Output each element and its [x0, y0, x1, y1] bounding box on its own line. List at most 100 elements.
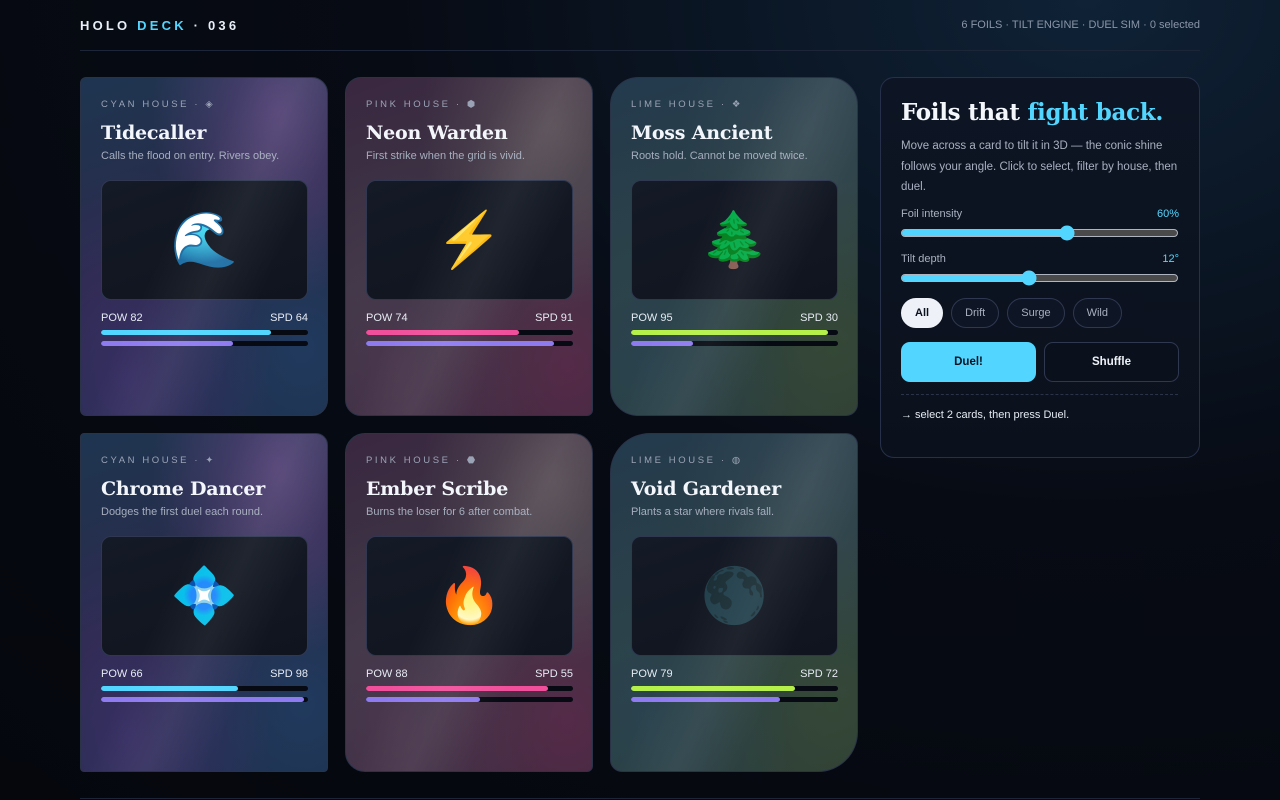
diamond-icon: 💠 — [101, 536, 308, 656]
spd-bar — [631, 697, 838, 702]
tilt-depth-slider-row: Tilt depth 12° — [901, 252, 1179, 285]
brand-accent: DECK — [137, 17, 187, 33]
shuffle-button[interactable]: Shuffle — [1044, 341, 1179, 382]
tilt-depth-value: 12° — [1162, 252, 1179, 265]
slider-fill — [902, 229, 1067, 236]
card-title: Ember Scribe — [366, 478, 509, 500]
brand-suffix: · 036 — [186, 17, 240, 33]
spd-bar-fill — [101, 697, 304, 702]
card-house: PINK HOUSE · ⬣ — [366, 455, 478, 466]
moon-icon: 🌑 — [631, 536, 838, 656]
pow-bar-fill — [101, 686, 238, 691]
pow-label: POW 95 — [631, 312, 673, 324]
duel-hint: → select 2 cards, then press Duel. — [901, 408, 1070, 421]
pow-bar — [631, 686, 838, 691]
tree-icon: 🌲 — [631, 180, 838, 300]
card-title: Neon Warden — [366, 122, 508, 144]
card-title: Chrome Dancer — [101, 478, 266, 500]
pow-label: POW 82 — [101, 312, 143, 324]
top-bar: HOLO DECK · 036 6 FOILS · TILT ENGINE · … — [80, 0, 1200, 51]
pow-bar-fill — [631, 330, 828, 335]
brand-prefix: HOLO — [80, 17, 138, 33]
spd-bar — [101, 697, 308, 702]
card-house: LIME HOUSE · ◍ — [631, 455, 743, 466]
card-house: CYAN HOUSE · ✦ — [101, 455, 216, 466]
card-ember-scribe[interactable]: PINK HOUSE · ⬣ Ember Scribe Burns the lo… — [345, 433, 593, 772]
tilt-depth-label: Tilt depth — [901, 252, 946, 265]
card-chrome-dancer[interactable]: CYAN HOUSE · ✦ Chrome Dancer Dodges the … — [80, 433, 328, 772]
card-stats: POW 79 SPD 72 — [631, 668, 838, 680]
card-house: CYAN HOUSE · ◈ — [101, 99, 216, 110]
spd-bar — [631, 341, 838, 346]
foil-intensity-slider[interactable] — [901, 225, 1178, 240]
card-tidecaller[interactable]: CYAN HOUSE · ◈ Tidecaller Calls the floo… — [80, 77, 328, 416]
card-stats: POW 66 SPD 98 — [101, 668, 308, 680]
card-stats: POW 82 SPD 64 — [101, 312, 308, 324]
slider-thumb[interactable] — [1059, 225, 1075, 240]
panel-title-prefix: Foils that — [901, 99, 1028, 126]
pow-bar-fill — [366, 330, 520, 335]
card-title: Void Gardener — [631, 478, 782, 500]
card-neon-warden[interactable]: PINK HOUSE · ⬢ Neon Warden First strike … — [345, 77, 593, 416]
spd-label: SPD 64 — [270, 312, 308, 324]
card-stats: POW 88 SPD 55 — [366, 668, 573, 680]
pow-label: POW 74 — [366, 312, 408, 324]
spd-bar-fill — [101, 341, 234, 346]
filter-chip-wild[interactable]: Wild — [1072, 297, 1122, 328]
foil-intensity-label: Foil intensity — [901, 207, 963, 220]
spd-bar-fill — [631, 341, 694, 346]
foil-intensity-value: 60% — [1156, 207, 1179, 220]
card-description: Burns the loser for 6 after combat. — [366, 506, 533, 518]
card-description: First strike when the grid is vivid. — [366, 150, 525, 162]
spd-label: SPD 55 — [535, 668, 573, 680]
spd-bar — [101, 341, 308, 346]
pow-bar-fill — [366, 686, 549, 691]
status-text: 6 FOILS · TILT ENGINE · DUEL SIM · 0 sel… — [961, 19, 1200, 31]
slider-thumb[interactable] — [1021, 270, 1036, 285]
pow-bar — [631, 330, 838, 335]
card-house: LIME HOUSE · ❖ — [631, 99, 743, 110]
action-buttons: Duel! Shuffle — [901, 341, 1179, 382]
brand-logo: HOLO DECK · 036 — [80, 18, 239, 33]
card-description: Dodges the first duel each round. — [101, 506, 264, 518]
card-description: Roots hold. Cannot be moved twice. — [631, 150, 808, 162]
filter-chip-all[interactable]: All — [901, 297, 944, 328]
card-void-gardener[interactable]: LIME HOUSE · ◍ Void Gardener Plants a st… — [610, 433, 858, 772]
panel-title: Foils that fight back. — [901, 98, 1179, 128]
card-grid: CYAN HOUSE · ◈ Tidecaller Calls the floo… — [80, 77, 858, 772]
pow-label: POW 66 — [101, 668, 143, 680]
card-stats: POW 95 SPD 30 — [631, 312, 838, 324]
card-title: Moss Ancient — [631, 122, 773, 144]
divider — [901, 393, 1178, 395]
duel-button[interactable]: Duel! — [901, 341, 1036, 382]
spd-bar — [366, 697, 573, 702]
pow-bar-fill — [631, 686, 795, 691]
card-moss-ancient[interactable]: LIME HOUSE · ❖ Moss Ancient Roots hold. … — [610, 77, 858, 416]
tilt-depth-slider[interactable] — [901, 270, 1178, 285]
card-house: PINK HOUSE · ⬢ — [366, 99, 478, 110]
control-panel: Foils that fight back. Move across a car… — [880, 77, 1200, 458]
fire-icon: 🔥 — [366, 536, 573, 656]
spd-label: SPD 72 — [800, 668, 838, 680]
card-description: Plants a star where rivals fall. — [631, 506, 775, 518]
spd-bar — [366, 341, 573, 346]
house-filter-chips: All Drift Surge Wild — [901, 297, 1179, 328]
slider-fill — [902, 274, 1029, 281]
pow-bar — [101, 686, 308, 691]
pow-label: POW 79 — [631, 668, 673, 680]
foil-intensity-slider-row: Foil intensity 60% — [901, 207, 1179, 240]
bottom-divider — [80, 798, 1200, 799]
panel-intro: Move across a card to tilt it in 3D — th… — [901, 140, 1178, 193]
spd-bar-fill — [631, 697, 781, 702]
pow-bar — [366, 330, 573, 335]
filter-chip-surge[interactable]: Surge — [1007, 297, 1065, 328]
panel-title-accent: fight back. — [1027, 99, 1164, 126]
filter-chip-drift[interactable]: Drift — [951, 297, 1000, 328]
card-stats: POW 74 SPD 91 — [366, 312, 573, 324]
pow-bar — [366, 686, 573, 691]
pow-bar-fill — [101, 330, 271, 335]
spd-label: SPD 98 — [270, 668, 308, 680]
card-description: Calls the flood on entry. Rivers obey. — [101, 150, 280, 162]
spd-label: SPD 91 — [535, 312, 573, 324]
wave-icon: 🌊 — [101, 180, 308, 300]
